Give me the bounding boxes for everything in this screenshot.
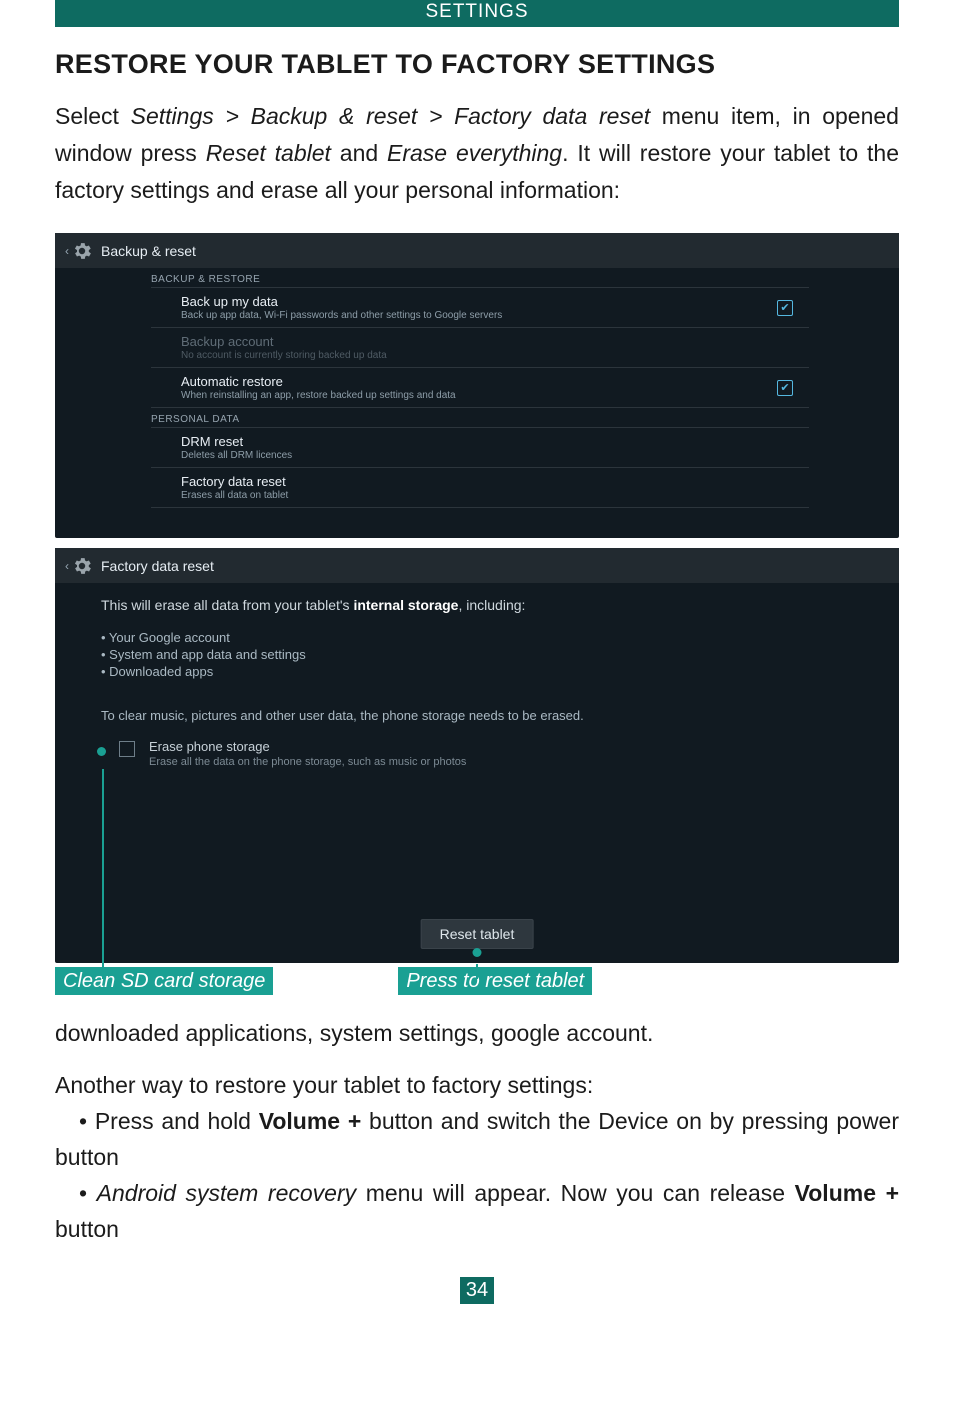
row-sub: When reinstalling an app, restore backed…	[181, 390, 777, 401]
after-b2-c: Volume +	[795, 1180, 899, 1206]
callout-dot-icon	[97, 747, 106, 756]
after-b2-d: button	[55, 1216, 119, 1242]
back-chevron-icon[interactable]: ‹	[65, 559, 69, 573]
after-b1-a: Press and hold	[95, 1108, 259, 1134]
after-text: downloaded applications, system settings…	[55, 1015, 899, 1247]
row-factory-data-reset[interactable]: Factory data reset Erases all data on ta…	[151, 468, 809, 508]
ss1-title: Backup & reset	[101, 243, 196, 259]
row-sub: No account is currently storing backed u…	[181, 350, 793, 361]
after-b2-b: menu will appear. Now you can release	[356, 1180, 795, 1206]
ss2-note: To clear music, pictures and other user …	[101, 708, 899, 723]
intro-erase-everything: Erase everything	[387, 140, 562, 166]
intro-path: Settings > Backup & reset > Factory data…	[131, 103, 650, 129]
page-heading: RESTORE YOUR TABLET TO FACTORY SETTINGS	[55, 49, 899, 80]
ss2-intro-a: This will erase all data from your table…	[101, 597, 353, 613]
ss1-header[interactable]: ‹ Backup & reset	[55, 233, 899, 268]
header-band: SETTINGS	[55, 0, 899, 27]
header-title: SETTINGS	[425, 1, 528, 22]
row-title: Back up my data	[181, 294, 777, 309]
ss2-intro: This will erase all data from your table…	[101, 597, 899, 613]
callout-leader-line	[102, 769, 104, 979]
erase-phone-storage-row[interactable]: Erase phone storage Erase all the data o…	[101, 739, 899, 768]
ss2-title: Factory data reset	[101, 558, 214, 574]
section-backup-restore: BACKUP & RESTORE	[151, 274, 899, 285]
row-title: Automatic restore	[181, 374, 777, 389]
after-b2-a: Android system recovery	[97, 1180, 356, 1206]
page-number: 34	[460, 1277, 494, 1304]
row-back-up-my-data[interactable]: Back up my data Back up app data, Wi-Fi …	[151, 287, 809, 328]
ss2-header[interactable]: ‹ Factory data reset	[55, 548, 899, 583]
intro-reset-tablet: Reset tablet	[206, 140, 331, 166]
screenshot-factory-data-reset: ‹ Factory data reset This will erase all…	[55, 548, 899, 963]
gear-icon	[71, 555, 93, 577]
erase-phone-storage-title: Erase phone storage	[149, 739, 466, 754]
ss2-bullets: • Your Google account • System and app d…	[101, 629, 899, 680]
checkbox-checked-icon[interactable]: ✔	[777, 300, 793, 316]
row-backup-account: Backup account No account is currently s…	[151, 328, 809, 368]
row-sub: Deletes all DRM licences	[181, 450, 793, 461]
bullet-dot: •	[55, 1180, 97, 1206]
callout-dot-icon	[473, 948, 482, 957]
section-personal-data: PERSONAL DATA	[151, 414, 899, 425]
row-automatic-restore[interactable]: Automatic restore When reinstalling an a…	[151, 368, 809, 408]
row-sub: Back up app data, Wi-Fi passwords and ot…	[181, 310, 777, 321]
callout-clean-sd: Clean SD card storage	[55, 967, 273, 995]
erase-phone-storage-sub: Erase all the data on the phone storage,…	[149, 756, 466, 768]
bullet-dot: •	[55, 1108, 95, 1134]
intro-t3: and	[331, 140, 387, 166]
reset-tablet-button[interactable]: Reset tablet	[421, 919, 534, 949]
after-line1: downloaded applications, system settings…	[55, 1015, 899, 1051]
back-chevron-icon[interactable]: ‹	[65, 244, 69, 258]
intro-paragraph: Select Settings > Backup & reset > Facto…	[55, 98, 899, 209]
callout-press-reset: Press to reset tablet	[398, 967, 592, 995]
callout-leader-line	[476, 964, 478, 979]
screenshot-backup-reset: ‹ Backup & reset BACKUP & RESTORE Back u…	[55, 233, 899, 538]
checkbox-checked-icon[interactable]: ✔	[777, 380, 793, 396]
gear-icon	[71, 240, 93, 262]
intro-t1: Select	[55, 103, 131, 129]
row-title: Backup account	[181, 334, 793, 349]
row-title: DRM reset	[181, 434, 793, 449]
row-title: Factory data reset	[181, 474, 793, 489]
row-drm-reset[interactable]: DRM reset Deletes all DRM licences	[151, 427, 809, 468]
after-b1-b: Volume +	[259, 1108, 362, 1134]
checkbox-unchecked-icon[interactable]	[119, 741, 135, 757]
ss2-intro-c: , including:	[458, 597, 525, 613]
ss2-intro-b: internal storage	[353, 597, 458, 613]
after-line2: Another way to restore your tablet to fa…	[55, 1067, 899, 1103]
row-sub: Erases all data on tablet	[181, 490, 793, 501]
